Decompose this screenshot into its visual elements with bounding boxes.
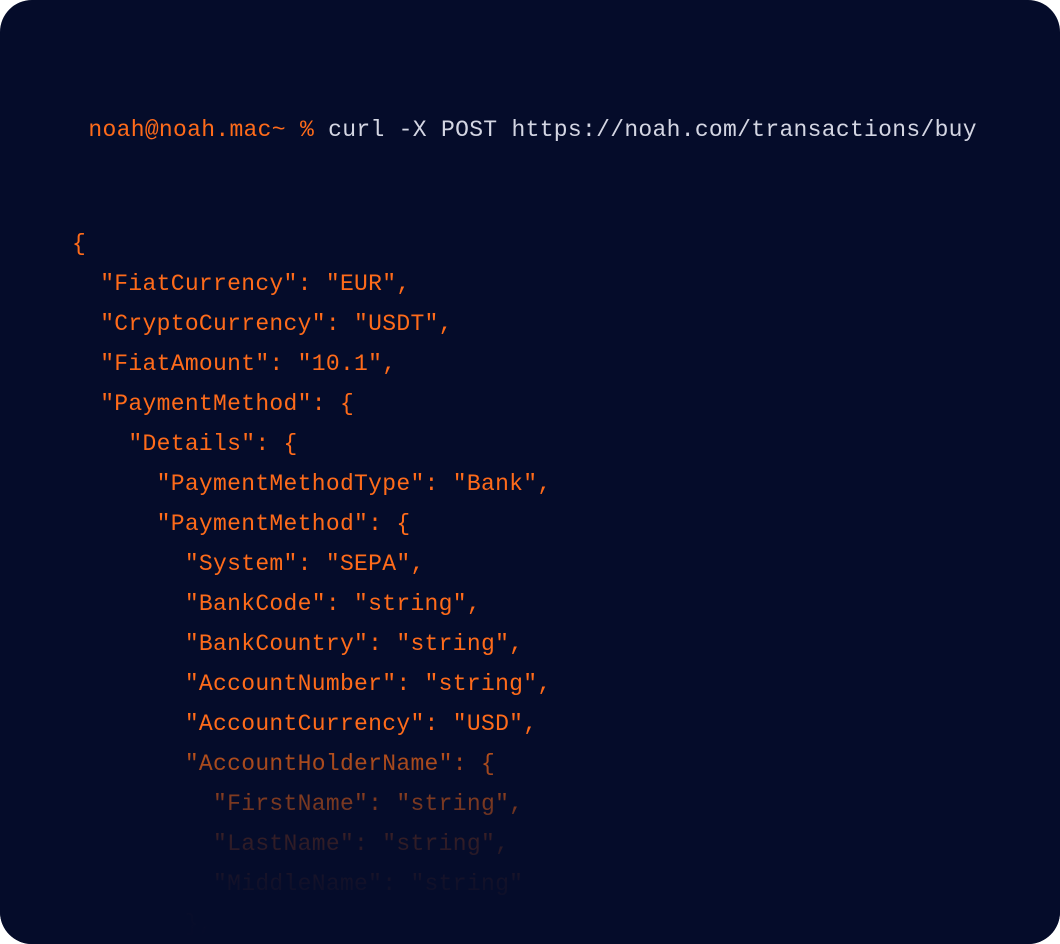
- shell-prompt: noah@noah.mac~ %: [88, 117, 328, 143]
- json-line: "System": "SEPA",: [72, 544, 1028, 584]
- json-line: "BankCountry": "string",: [72, 624, 1028, 664]
- shell-command: curl -X POST https://noah.com/transactio…: [328, 117, 977, 143]
- json-line: "AccountCurrency": "USD",: [72, 704, 1028, 744]
- json-line: "FiatAmount": "10.1",: [72, 344, 1028, 384]
- json-line: "FirstName": "string",: [72, 784, 1028, 824]
- json-line: "PaymentMethod": {: [72, 504, 1028, 544]
- json-output: { "FiatCurrency": "EUR", "CryptoCurrency…: [32, 224, 1028, 944]
- json-line: "LastName": "string",: [72, 824, 1028, 864]
- json-line: "AccountHolderName": {: [72, 744, 1028, 784]
- json-line: "CryptoCurrency": "USDT",: [72, 304, 1028, 344]
- json-line: "MiddleName": "string": [72, 864, 1028, 904]
- json-line: "BankCode": "string",: [72, 584, 1028, 624]
- json-line: "FiatCurrency": "EUR",: [72, 264, 1028, 304]
- json-line: "PaymentMethod": {: [72, 384, 1028, 424]
- json-line: "AccountNumber": "string",: [72, 664, 1028, 704]
- json-line: },: [72, 904, 1028, 944]
- json-line: "Details": {: [72, 424, 1028, 464]
- json-line: {: [72, 224, 1028, 264]
- terminal-content[interactable]: noah@noah.mac~ % curl -X POST https://no…: [32, 70, 1028, 944]
- json-line: "PaymentMethodType": "Bank",: [72, 464, 1028, 504]
- terminal-window: noah@noah.mac~ % curl -X POST https://no…: [0, 0, 1060, 944]
